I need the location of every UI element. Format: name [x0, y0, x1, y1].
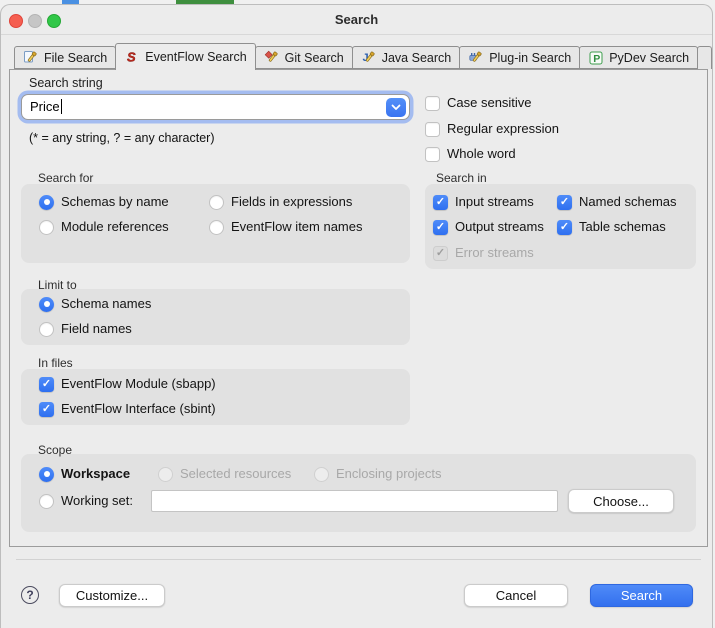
checkbox-icon: [425, 122, 440, 137]
radio-selected-resources: Selected resources: [158, 466, 291, 482]
radio-icon: [39, 220, 54, 235]
radio-icon: [314, 467, 329, 482]
plugin-search-icon: [468, 50, 484, 66]
tab-stub: [697, 46, 712, 69]
checkbox-eventflow-module[interactable]: ✓ EventFlow Module (sbapp): [39, 376, 216, 392]
radio-module-references[interactable]: Module references: [39, 219, 169, 235]
limit-to-caption: Limit to: [38, 278, 77, 292]
tab-git-search[interactable]: Git Search: [255, 46, 353, 69]
tab-pydev-search[interactable]: P PyDev Search: [579, 46, 698, 69]
checkbox-icon: ✓: [39, 377, 54, 392]
checkbox-icon: [425, 96, 440, 111]
tab-label: Git Search: [285, 51, 344, 65]
tab-label: PyDev Search: [609, 51, 689, 65]
radio-schemas-by-name[interactable]: Schemas by name: [39, 194, 169, 210]
wildcard-hint: (* = any string, ? = any character): [29, 131, 215, 145]
java-search-icon: J: [361, 50, 377, 66]
tab-label: File Search: [44, 51, 107, 65]
search-button[interactable]: Search: [590, 584, 693, 607]
scope-caption: Scope: [38, 443, 72, 457]
pydev-icon: P: [588, 50, 604, 66]
tab-bar: File Search S EventFlow Search Git Searc…: [15, 43, 712, 70]
checkbox-icon: ✓: [433, 220, 448, 235]
radio-working-set[interactable]: Working set:: [39, 493, 133, 509]
radio-icon: [39, 195, 54, 210]
checkbox-icon: [425, 147, 440, 162]
radio-icon: [39, 494, 54, 509]
checkbox-error-streams: ✓ Error streams: [433, 245, 534, 261]
search-in-caption: Search in: [436, 171, 487, 185]
checkbox-icon: ✓: [39, 402, 54, 417]
radio-schema-names[interactable]: Schema names: [39, 296, 151, 312]
checkbox-named-schemas[interactable]: ✓ Named schemas: [557, 194, 677, 210]
search-string-combo[interactable]: Price: [21, 94, 410, 120]
radio-enclosing-projects: Enclosing projects: [314, 466, 442, 482]
tab-label: EventFlow Search: [145, 50, 246, 64]
customize-button[interactable]: Customize...: [59, 584, 165, 607]
text-caret: [61, 99, 62, 114]
radio-field-names[interactable]: Field names: [39, 321, 132, 337]
checkbox-icon: ✓: [557, 195, 572, 210]
window-title: Search: [1, 5, 712, 34]
radio-icon: [39, 322, 54, 337]
titlebar: Search: [1, 5, 712, 35]
working-set-input[interactable]: [151, 490, 558, 512]
git-search-icon: [264, 50, 280, 66]
checkbox-icon: ✓: [433, 246, 448, 261]
cancel-button[interactable]: Cancel: [464, 584, 568, 607]
radio-icon: [209, 220, 224, 235]
checkbox-regular-expression[interactable]: Regular expression: [425, 121, 559, 137]
search-for-caption: Search for: [38, 171, 93, 185]
svg-text:P: P: [593, 53, 600, 65]
tab-eventflow-search[interactable]: S EventFlow Search: [115, 43, 255, 70]
combo-dropdown-button[interactable]: [386, 98, 406, 117]
tab-label: Plug-in Search: [489, 51, 571, 65]
radio-icon: [39, 297, 54, 312]
radio-fields-in-expressions[interactable]: Fields in expressions: [209, 194, 352, 210]
search-dialog: Search File Search S EventFlow Search: [0, 4, 713, 628]
checkbox-table-schemas[interactable]: ✓ Table schemas: [557, 219, 666, 235]
chevron-down-icon: [391, 104, 401, 111]
checkbox-icon: ✓: [433, 195, 448, 210]
tab-file-search[interactable]: File Search: [14, 46, 116, 69]
radio-icon: [39, 467, 54, 482]
checkbox-eventflow-interface[interactable]: ✓ EventFlow Interface (sbint): [39, 401, 216, 417]
eventflow-icon: S: [124, 49, 140, 65]
file-search-icon: [23, 50, 39, 66]
search-string-value: Price: [30, 99, 62, 114]
help-button[interactable]: ?: [21, 586, 39, 604]
radio-workspace[interactable]: Workspace: [39, 466, 130, 482]
svg-text:S: S: [127, 50, 136, 65]
checkbox-case-sensitive[interactable]: Case sensitive: [425, 95, 532, 111]
checkbox-whole-word[interactable]: Whole word: [425, 146, 516, 162]
tab-label: Java Search: [382, 51, 451, 65]
checkbox-icon: ✓: [557, 220, 572, 235]
checkbox-input-streams[interactable]: ✓ Input streams: [433, 194, 534, 210]
choose-button[interactable]: Choose...: [568, 489, 674, 513]
search-string-label: Search string: [29, 76, 103, 90]
radio-icon: [209, 195, 224, 210]
radio-icon: [158, 467, 173, 482]
tab-plugin-search[interactable]: Plug-in Search: [459, 46, 580, 69]
footer-separator: [16, 559, 701, 560]
tab-java-search[interactable]: J Java Search: [352, 46, 460, 69]
radio-eventflow-item-names[interactable]: EventFlow item names: [209, 219, 363, 235]
checkbox-output-streams[interactable]: ✓ Output streams: [433, 219, 544, 235]
in-files-caption: In files: [38, 356, 73, 370]
